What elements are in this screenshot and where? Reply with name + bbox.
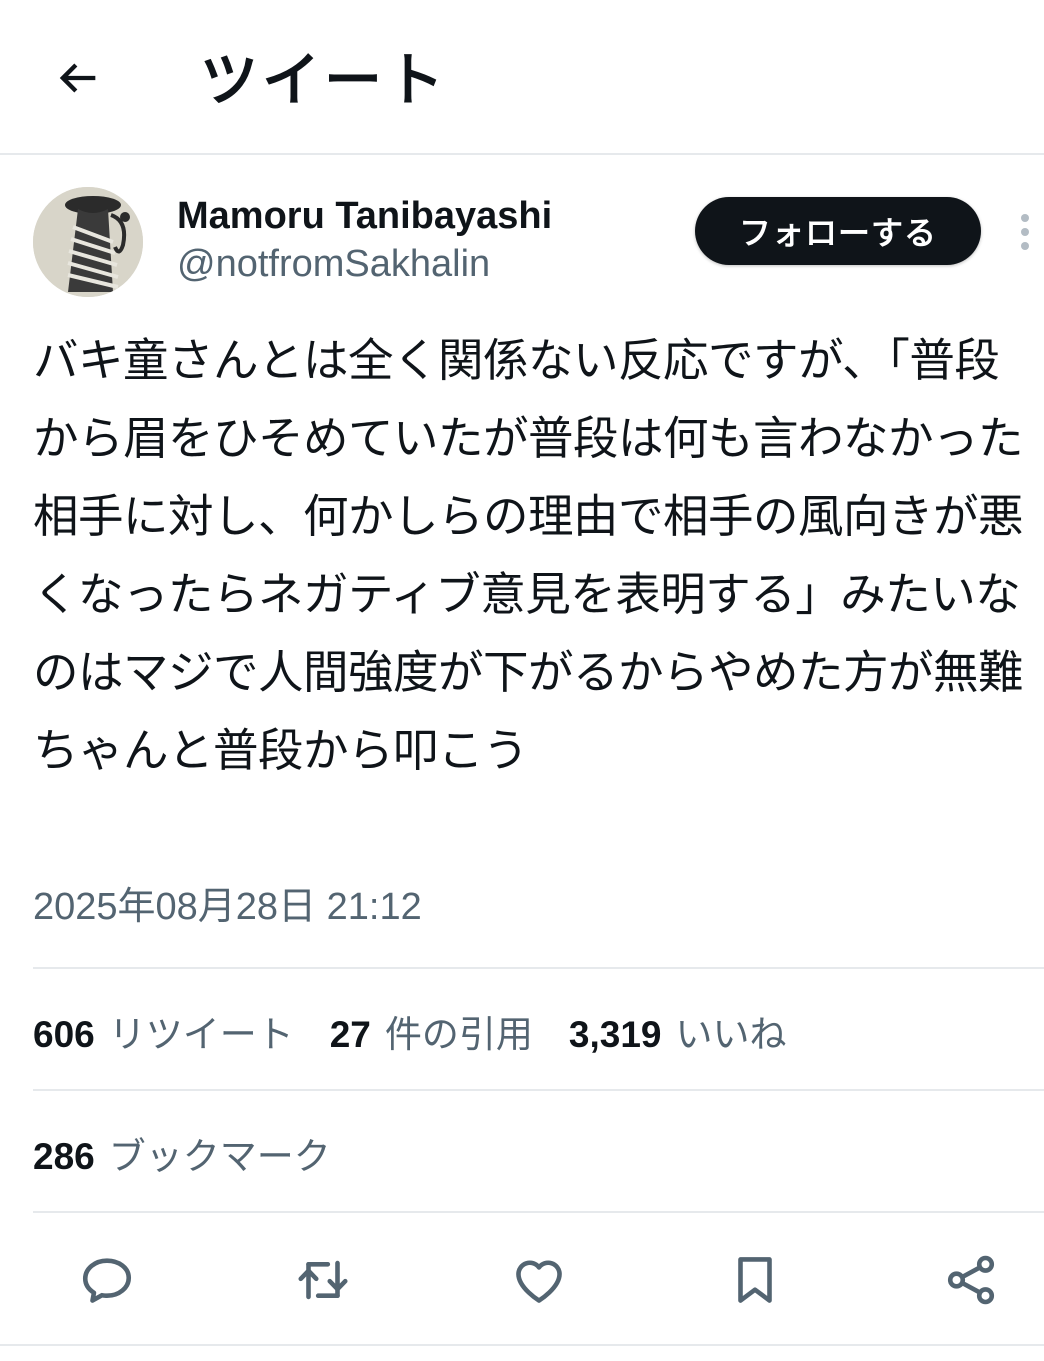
bookmark-count-number: 286 xyxy=(33,1136,95,1177)
retweet-count[interactable]: 606 リツイート xyxy=(33,1004,294,1058)
bookmark-count[interactable]: 286 ブックマーク xyxy=(33,1126,331,1180)
like-count[interactable]: 3,319 いいね xyxy=(569,1004,787,1058)
back-button[interactable] xyxy=(48,48,108,108)
avatar-image xyxy=(33,187,143,297)
retweet-button[interactable] xyxy=(283,1240,363,1320)
author-handle[interactable]: @notfromSakhalin xyxy=(177,241,490,287)
like-button[interactable] xyxy=(499,1240,579,1320)
header-divider xyxy=(0,153,1044,155)
like-icon xyxy=(516,1260,562,1303)
bookmark-stats: 286 ブックマーク xyxy=(33,1128,367,1178)
share-icon xyxy=(947,1255,995,1305)
retweet-count-label: リツイート xyxy=(108,1013,294,1056)
retweet-count-number: 606 xyxy=(33,1014,95,1055)
bookmark-button[interactable] xyxy=(715,1240,795,1320)
arrow-left-icon xyxy=(59,63,96,93)
top-bar: ツイート xyxy=(0,0,1044,154)
author-name[interactable]: Mamoru Tanibayashi xyxy=(177,193,552,239)
bookmark-icon xyxy=(738,1257,772,1303)
follow-button[interactable]: フォローする xyxy=(695,197,981,265)
divider xyxy=(33,1211,1044,1213)
reply-icon xyxy=(82,1258,132,1303)
retweet-icon xyxy=(298,1260,348,1300)
more-options-button[interactable] xyxy=(1010,210,1040,254)
divider xyxy=(33,1089,1044,1091)
like-count-number: 3,319 xyxy=(568,1014,662,1055)
tweet-text: バキ童さんとは全く関係ない反応ですが、「普段から眉をひそめていたが普段は何も言わ… xyxy=(33,334,1024,777)
avatar[interactable] xyxy=(33,187,143,297)
quote-count[interactable]: 27 件の引用 xyxy=(330,1004,533,1058)
bottom-divider xyxy=(0,1344,1044,1346)
share-button[interactable] xyxy=(931,1240,1011,1320)
like-count-label: いいね xyxy=(675,1013,787,1056)
more-vertical-icon xyxy=(1021,214,1029,250)
quote-count-number: 27 xyxy=(329,1014,371,1055)
bookmark-count-label: ブックマーク xyxy=(108,1135,331,1178)
action-bar xyxy=(0,1240,1044,1320)
divider xyxy=(33,967,1044,969)
engagement-stats: 606 リツイート 27 件の引用 3,319 いいね xyxy=(33,1006,822,1056)
tweet-timestamp[interactable]: 2025年08月28日 21:12 xyxy=(33,882,422,932)
quote-count-label: 件の引用 xyxy=(384,1013,533,1056)
page-title: ツイート xyxy=(200,46,449,114)
reply-button[interactable] xyxy=(67,1240,147,1320)
